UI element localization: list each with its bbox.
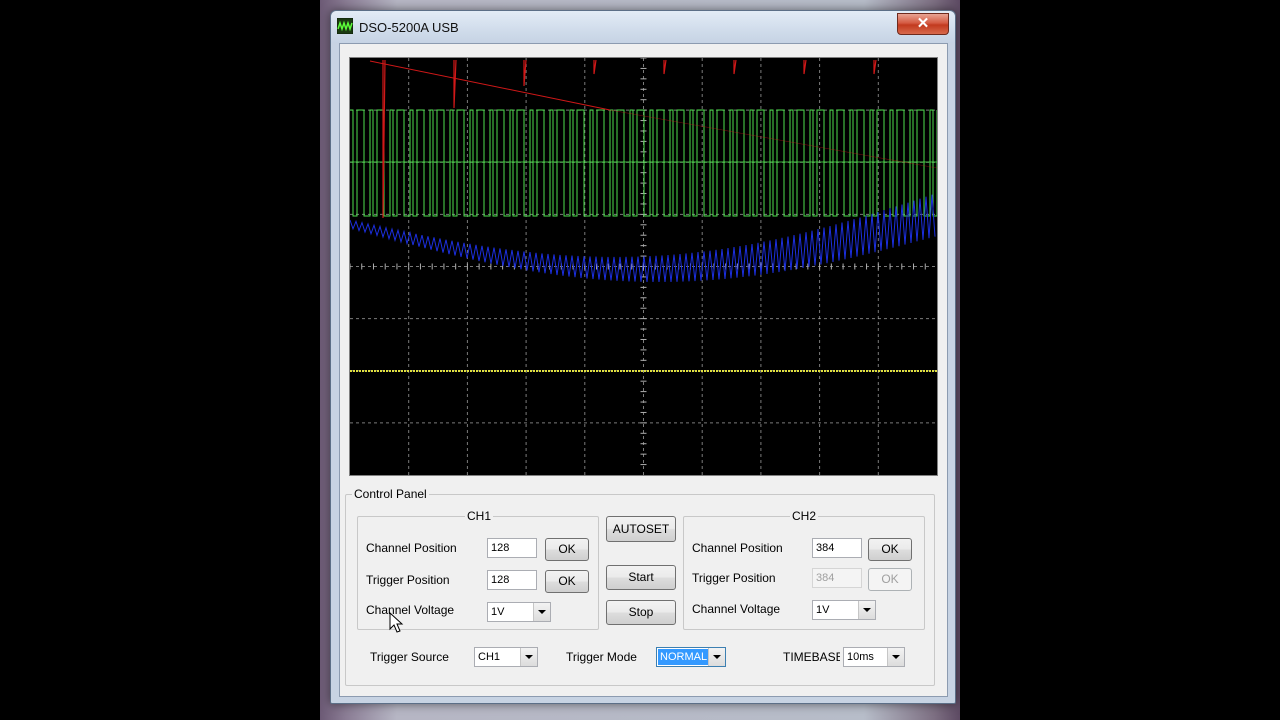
ch1-channel-voltage-select[interactable]: 1V [487,602,551,622]
close-icon: ✕ [916,15,930,32]
trigger-source-value: CH1 [478,651,501,663]
ch1-channel-position-label: Channel Position [366,541,457,555]
start-button[interactable]: Start [606,565,676,590]
waveform-canvas [350,58,937,475]
trigger-source-select[interactable]: CH1 [474,647,538,667]
trigger-mode-value: NORMAL [658,649,708,665]
trigger-source-label: Trigger Source [370,650,449,664]
autoset-button[interactable]: AUTOSET [606,516,676,542]
ch1-channel-position-input[interactable]: 128 [487,538,537,558]
timebase-value: 10ms [847,651,874,663]
window-client-area: Control Panel CH1 Channel Position 128 O… [339,43,948,697]
chevron-down-icon[interactable] [533,603,550,621]
ch2-trigger-position-label: Trigger Position [692,571,776,585]
chevron-down-icon[interactable] [708,648,725,666]
ch2-channel-voltage-label: Channel Voltage [692,602,781,616]
ch2-channel-voltage-value: 1V [816,604,830,616]
trigger-mode-label: Trigger Mode [566,650,637,664]
chevron-down-icon[interactable] [887,648,904,666]
chevron-down-icon[interactable] [858,601,875,619]
ch2-trigger-position-input: 384 [812,568,862,588]
trigger-mode-select[interactable]: NORMAL [656,647,726,667]
app-icon [337,18,353,34]
ch1-channel-position-ok-button[interactable]: OK [545,538,589,561]
ch1-trigger-position-label: Trigger Position [366,573,450,587]
window-title: DSO-5200A USB [359,20,459,35]
math-decay-line [369,60,611,111]
ch2-title: CH2 [790,509,819,523]
mouse-cursor-icon [389,612,404,633]
timebase-label-wrap: TIMEBASE [783,650,840,665]
chevron-down-icon[interactable] [520,648,537,666]
ch2-waveform [350,194,936,283]
ch1-channel-voltage-label: Channel Voltage [366,603,455,617]
ch1-waveform [350,109,937,217]
title-bar[interactable]: DSO-5200A USB ✕ [331,11,955,43]
ch1-trigger-position-ok-button[interactable]: OK [545,570,589,593]
oscilloscope-window: DSO-5200A USB ✕ Control Panel CH1 Channe… [330,10,956,704]
ch1-channel-voltage-value: 1V [491,606,505,618]
ch2-channel-position-input[interactable]: 384 [812,538,862,558]
close-button[interactable]: ✕ [897,13,949,35]
ch1-title: CH1 [465,509,494,523]
stop-button[interactable]: Stop [606,600,676,625]
oscilloscope-display [349,57,938,476]
timebase-label: TIMEBASE [783,650,840,664]
ch2-trigger-position-ok-button: OK [868,568,912,591]
ch2-channel-position-ok-button[interactable]: OK [868,538,912,561]
timebase-select[interactable]: 10ms [843,647,905,667]
ch1-trigger-position-input[interactable]: 128 [487,570,537,590]
ch2-channel-voltage-select[interactable]: 1V [812,600,876,620]
ch2-channel-position-label: Channel Position [692,541,783,555]
control-panel-title: Control Panel [352,487,429,501]
